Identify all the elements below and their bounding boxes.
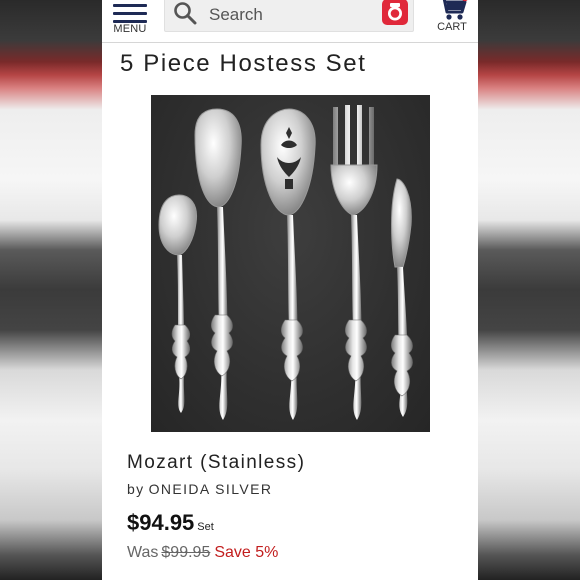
search-input[interactable] (207, 3, 371, 27)
price-value: $94.95 (127, 510, 195, 535)
product-price: $94.95 Set (127, 510, 214, 536)
was-label: Was (127, 544, 159, 561)
original-price: $99.95 (161, 544, 211, 561)
menu-label: MENU (113, 23, 147, 35)
cart-label: CART (437, 21, 467, 33)
product-name: Mozart (Stainless) (127, 452, 306, 473)
background-blur-left (0, 0, 102, 580)
menu-button[interactable]: MENU (110, 2, 150, 38)
was-price-line: Was $99.95 Save 5% (127, 544, 278, 562)
brand-prefix: by (127, 481, 145, 497)
savings-badge: Save 5% (214, 544, 279, 561)
pierced-spoon (260, 108, 316, 420)
product-image[interactable] (151, 95, 430, 432)
brand-link[interactable]: ONEIDA SILVER (149, 481, 273, 497)
cold-meat-fork (330, 105, 378, 420)
site-header: MENU CART (102, 0, 478, 43)
background-blur-right (478, 0, 580, 580)
mobile-page: MENU CART 5 P (102, 0, 478, 580)
search-bar[interactable] (164, 0, 414, 32)
page-title: 5 Piece Hostess Set (120, 50, 367, 77)
brand-line: by ONEIDA SILVER (127, 481, 272, 497)
camera-icon[interactable] (381, 0, 409, 26)
serving-spoon (194, 108, 242, 420)
butter-knife (390, 178, 413, 417)
flatware-illustration (158, 105, 413, 420)
search-icon[interactable] (173, 1, 197, 25)
cart-button[interactable]: CART (432, 0, 472, 40)
cart-icon (442, 0, 468, 20)
price-unit: Set (197, 521, 214, 533)
sugar-shell-spoon (158, 194, 198, 413)
